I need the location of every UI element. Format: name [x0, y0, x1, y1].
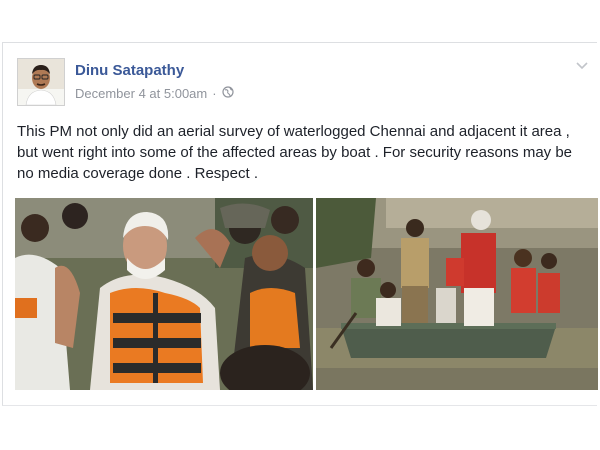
post-timestamp[interactable]: December 4 at 5:00am [75, 86, 207, 101]
chevron-down-icon[interactable] [575, 59, 589, 73]
post-text: This PM not only did an aerial survey of… [17, 123, 573, 182]
post-photo-left[interactable] [15, 198, 313, 390]
globe-icon[interactable] [221, 86, 234, 101]
author-name[interactable]: Dinu Satapathy [75, 62, 184, 79]
post-card: Dinu Satapathy December 4 at 5:00am · Th… [2, 42, 598, 406]
avatar[interactable] [17, 58, 65, 106]
post-meta: December 4 at 5:00am · [75, 86, 234, 101]
avatar-photo [18, 59, 64, 105]
meta-separator: · [212, 86, 217, 101]
post-photo-right[interactable] [316, 198, 598, 390]
